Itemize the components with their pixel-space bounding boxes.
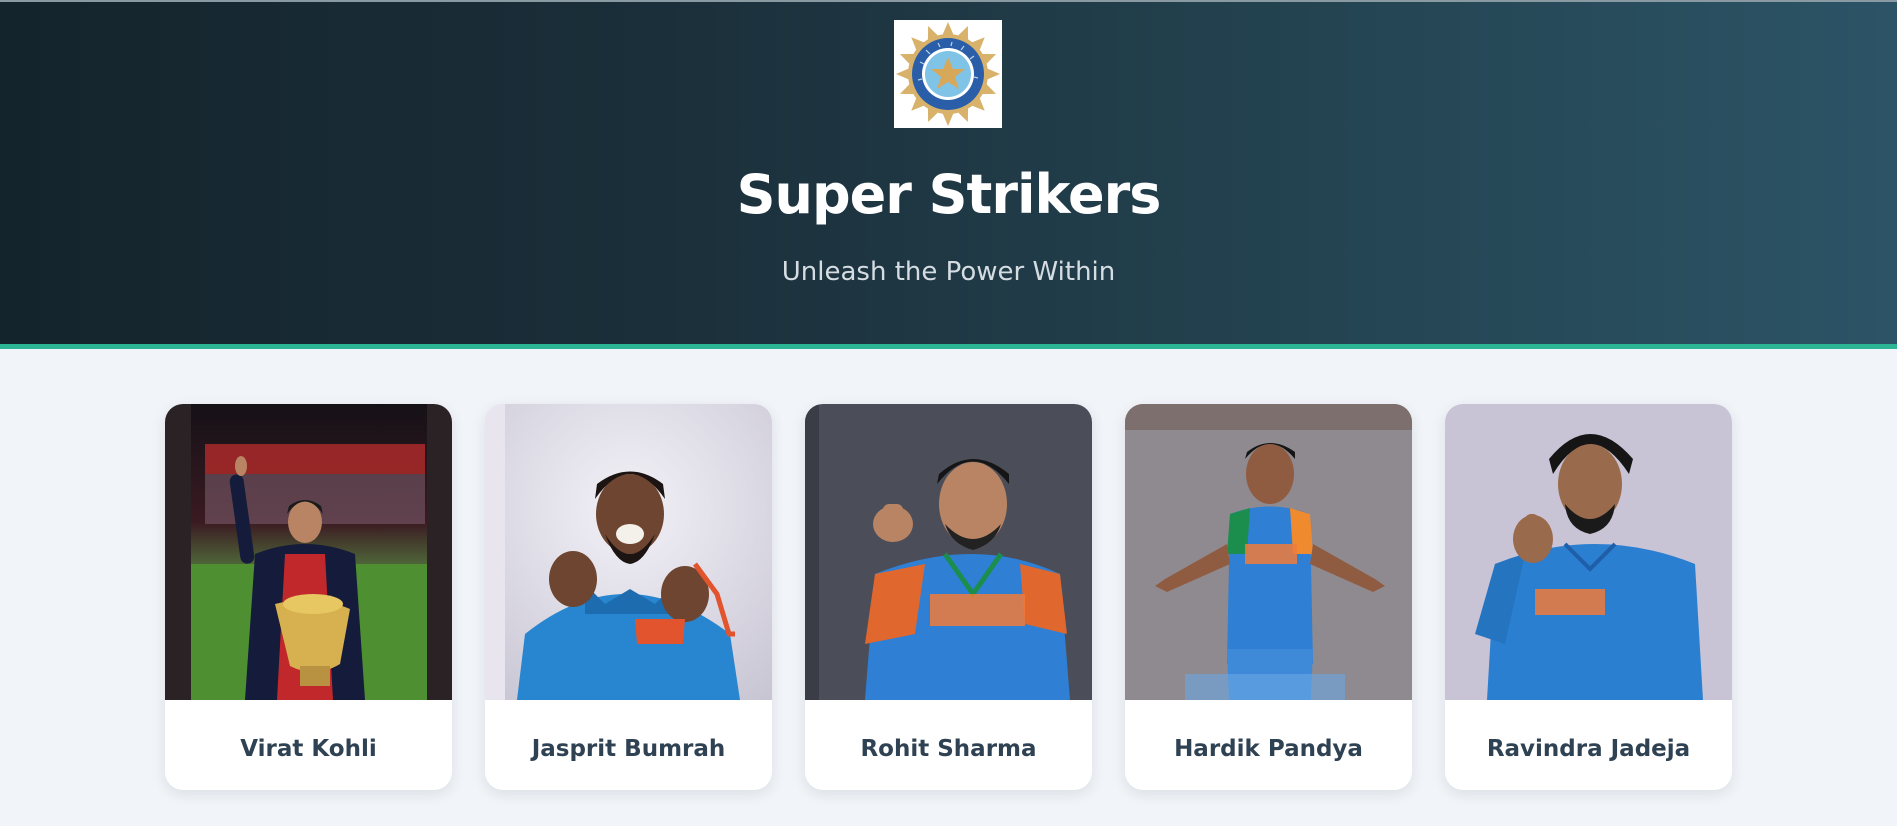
player-photo (165, 404, 452, 700)
player-card-jasprit-bumrah[interactable]: Jasprit Bumrah (485, 404, 772, 790)
page-subtitle: Unleash the Power Within (781, 257, 1116, 287)
bcci-crest-icon (896, 22, 1000, 126)
player-grid: Virat Kohli Jasprit Bumrah Rohit Sharma … (165, 404, 1732, 790)
player-name: Rohit Sharma (860, 736, 1037, 762)
hero-accent-bar (0, 344, 1897, 349)
hero-banner: Super Strikers Unleash the Power Within (0, 2, 1897, 344)
player-photo (1445, 404, 1732, 700)
player-card-virat-kohli[interactable]: Virat Kohli (165, 404, 452, 790)
player-name: Jasprit Bumrah (531, 736, 726, 762)
player-card-hardik-pandya[interactable]: Hardik Pandya (1125, 404, 1412, 790)
player-card-ravindra-jadeja[interactable]: Ravindra Jadeja (1445, 404, 1732, 790)
player-name: Hardik Pandya (1174, 736, 1363, 762)
bcci-logo (894, 20, 1002, 128)
player-photo (805, 404, 1092, 700)
page-title: Super Strikers (736, 163, 1162, 226)
player-photo (1125, 404, 1412, 700)
player-name: Ravindra Jadeja (1486, 736, 1691, 762)
player-name: Virat Kohli (240, 736, 377, 762)
player-card-rohit-sharma[interactable]: Rohit Sharma (805, 404, 1092, 790)
player-photo (485, 404, 772, 700)
